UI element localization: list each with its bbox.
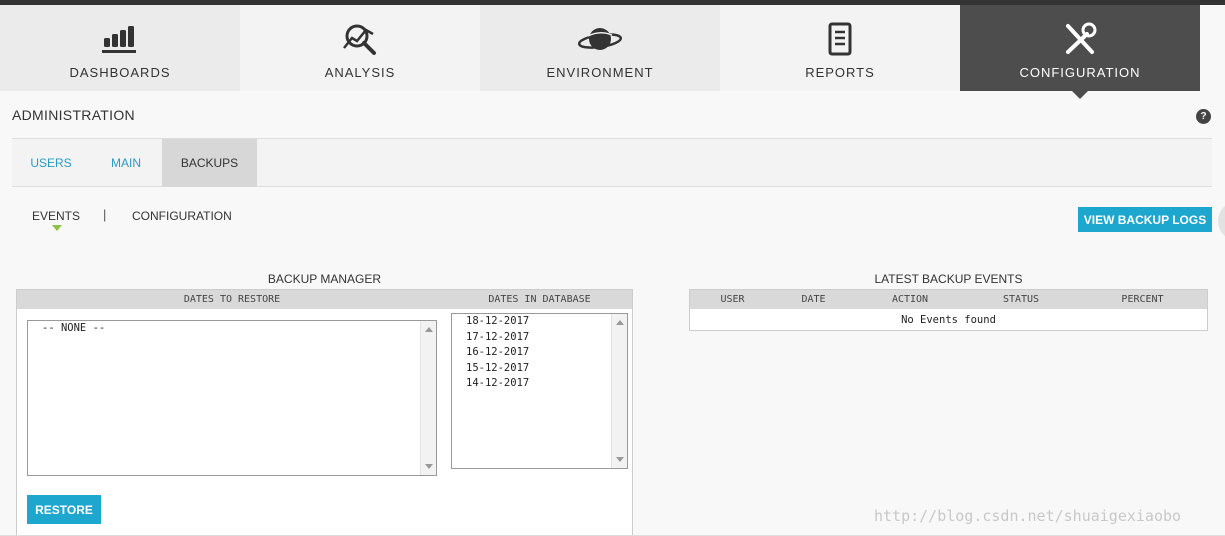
list-item[interactable]: 15-12-2017 <box>452 361 627 377</box>
list-item[interactable]: -- NONE -- <box>28 321 436 337</box>
restore-dates-list[interactable]: -- NONE -- <box>27 320 437 476</box>
scroll-down-icon[interactable] <box>616 457 624 462</box>
backup-manager-panel: DATES TO RESTORE DATES IN DATABASE -- NO… <box>16 289 633 536</box>
col-user: USER <box>720 294 745 305</box>
tools-icon <box>1062 21 1098 57</box>
backup-manager-title: BACKUP MANAGER <box>267 272 382 286</box>
nav-label-environment: ENVIRONMENT <box>546 65 654 80</box>
watermark: http://blog.csdn.net/shuaigexiaobo <box>874 507 1182 525</box>
planet-icon <box>577 21 623 57</box>
list-item[interactable]: 14-12-2017 <box>452 376 627 392</box>
latest-events-panel: USER DATE ACTION STATUS PERCENT No Event… <box>689 289 1208 331</box>
tab-backups[interactable]: BACKUPS <box>162 139 257 187</box>
nav-dashboards[interactable]: DASHBOARDS <box>0 5 240 91</box>
list-item[interactable]: 16-12-2017 <box>452 345 627 361</box>
latest-events-title: LATEST BACKUP EVENTS <box>874 272 1023 286</box>
scroll-down-icon[interactable] <box>425 464 433 469</box>
events-link[interactable]: EVENTS <box>32 209 80 223</box>
nav-label-configuration: CONFIGURATION <box>1019 65 1141 80</box>
scroll-up-icon[interactable] <box>616 320 624 325</box>
nav-reports[interactable]: REPORTS <box>720 5 960 91</box>
col-dates-in-database: DATES IN DATABASE <box>488 294 591 305</box>
list-item[interactable]: 17-12-2017 <box>452 330 627 346</box>
col-dates-to-restore: DATES TO RESTORE <box>183 294 281 305</box>
nav-label-dashboards: DASHBOARDS <box>69 65 171 80</box>
document-icon <box>825 21 855 57</box>
nav-label-reports: REPORTS <box>805 65 875 80</box>
side-panel-handle[interactable] <box>1218 201 1225 241</box>
col-date: DATE <box>801 294 826 305</box>
restore-button[interactable]: RESTORE <box>27 495 101 524</box>
help-icon[interactable]: ? <box>1196 109 1211 124</box>
empty-events-message: No Events found <box>901 314 996 326</box>
list-item[interactable]: 18-12-2017 <box>452 314 627 330</box>
latest-events-header: USER DATE ACTION STATUS PERCENT <box>690 290 1207 309</box>
col-percent: PERCENT <box>1121 294 1164 305</box>
active-caret-icon <box>52 225 62 231</box>
backup-manager-header: DATES TO RESTORE DATES IN DATABASE <box>17 290 632 309</box>
database-list-scrollbar[interactable] <box>611 314 627 468</box>
col-status: STATUS <box>1002 294 1040 305</box>
nav-environment[interactable]: ENVIRONMENT <box>480 5 720 91</box>
database-dates-list[interactable]: 18-12-2017 17-12-2017 16-12-2017 15-12-2… <box>451 313 628 469</box>
nav-configuration[interactable]: CONFIGURATION <box>960 5 1200 99</box>
col-action: ACTION <box>891 294 929 305</box>
nav-spacer <box>1200 5 1225 91</box>
main-navigation: DASHBOARDS ANALYSIS ENVIRONMENT REPORTS … <box>0 5 1225 99</box>
tab-main[interactable]: MAIN <box>90 139 162 187</box>
scroll-up-icon[interactable] <box>425 327 433 332</box>
bar-chart-icon <box>100 21 140 57</box>
subtab-bar: USERS MAIN BACKUPS <box>12 139 1212 187</box>
section-separator: | <box>103 207 107 222</box>
nav-analysis[interactable]: ANALYSIS <box>240 5 480 91</box>
page-title: ADMINISTRATION <box>12 107 135 123</box>
view-backup-logs-button[interactable]: VIEW BACKUP LOGS <box>1078 207 1212 232</box>
nav-label-analysis: ANALYSIS <box>324 65 396 80</box>
tab-users[interactable]: USERS <box>12 139 90 187</box>
magnifier-chart-icon <box>340 21 380 57</box>
restore-list-scrollbar[interactable] <box>420 321 436 475</box>
configuration-link[interactable]: CONFIGURATION <box>132 209 232 223</box>
